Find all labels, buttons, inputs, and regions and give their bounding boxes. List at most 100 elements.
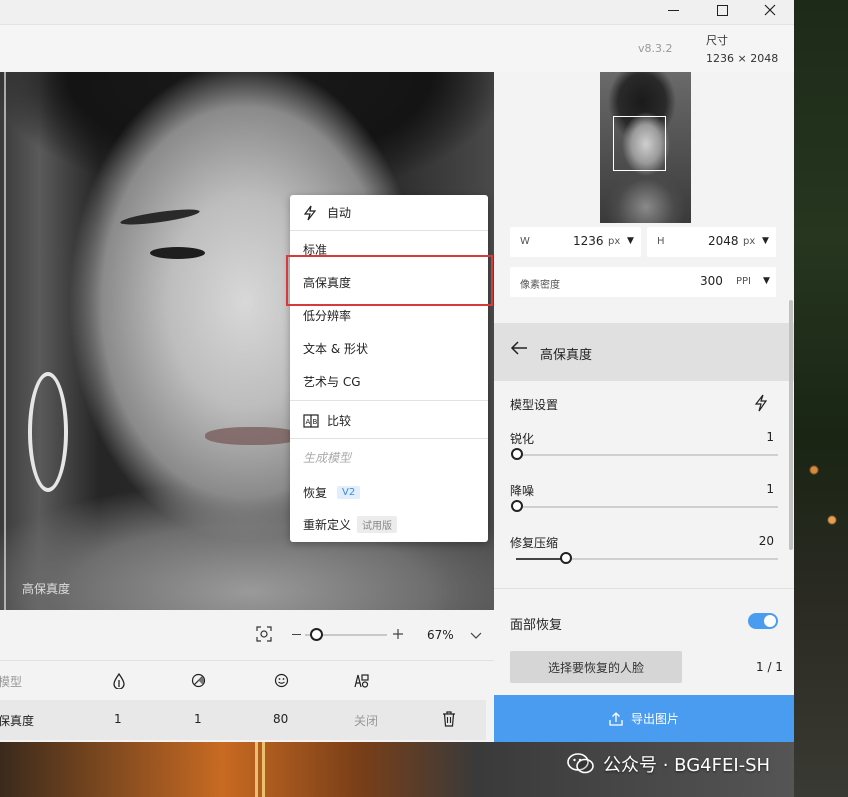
chevron-down-icon[interactable]	[470, 629, 482, 643]
ppi-label: 像素密度	[520, 280, 560, 291]
back-arrow-icon[interactable]	[510, 340, 528, 359]
caret-down-icon[interactable]: ▼	[627, 236, 634, 246]
panel-scrollbar[interactable]	[789, 300, 793, 550]
face-recovery-title: 面部恢复	[510, 618, 563, 633]
navigator-thumbnail[interactable]	[600, 72, 691, 223]
maximize-button[interactable]	[699, 0, 745, 20]
height-field[interactable]: H 2048 px ▼	[647, 227, 776, 257]
screenshot-icon[interactable]	[256, 626, 272, 645]
face-recovery-toggle[interactable]	[748, 613, 778, 629]
width-label: W	[520, 236, 530, 247]
lightning-icon	[303, 205, 323, 221]
sharpen-slider[interactable]	[516, 454, 778, 456]
watermark-text: 公众号 · BG4FEI-SH	[603, 755, 771, 776]
watermark: 公众号 · BG4FEI-SH	[567, 751, 770, 777]
denoise-label: 降噪	[510, 484, 535, 498]
model-header: 高保真度	[494, 323, 794, 381]
photo-brow	[119, 206, 201, 228]
denoise-slider[interactable]	[516, 506, 778, 508]
road-line	[262, 742, 265, 797]
face-icon	[274, 673, 289, 691]
model-settings-title: 模型设置	[510, 398, 559, 412]
width-unit[interactable]: px	[608, 236, 620, 247]
menu-item-redefine[interactable]: 重新定义 试用版	[290, 508, 488, 541]
close-button[interactable]	[747, 0, 793, 20]
denoise-value: 1	[766, 482, 774, 496]
denoise-slider-knob[interactable]	[511, 500, 523, 512]
menu-item-label: 恢复	[303, 486, 328, 500]
menu-item-compare[interactable]: AB 比较	[290, 404, 488, 437]
menu-item-label: 比较	[327, 414, 352, 428]
compression-fix-label: 修复压缩	[510, 536, 559, 550]
compression-fix-value: 20	[758, 534, 774, 548]
select-face-button[interactable]: 选择要恢复的人脸	[510, 651, 682, 683]
row-face: 80	[273, 712, 289, 726]
table-row[interactable]: 保真度 1 1 80 关闭	[0, 700, 486, 740]
menu-item-label: 重新定义	[303, 518, 352, 532]
compression-fix-slider-knob[interactable]	[560, 552, 572, 564]
export-label: 导出图片	[630, 712, 679, 726]
select-face-label: 选择要恢复的人脸	[547, 660, 644, 675]
menu-item-label: 自动	[327, 206, 352, 220]
zoom-out-icon[interactable]	[292, 634, 301, 635]
height-unit[interactable]: px	[743, 236, 755, 247]
svg-text:B: B	[313, 418, 318, 426]
sharpen-label: 锐化	[510, 432, 535, 446]
model-dropdown-menu: 自动 标准 高保真度 低分辨率 文本 & 形状 艺术与 CG AB 比较 生成模…	[290, 195, 488, 542]
preview-model-label: 高保真度	[22, 582, 71, 596]
zoom-bar: 67%	[0, 610, 494, 660]
menu-item-label: 艺术与 CG	[303, 375, 361, 389]
desktop-wallpaper-right	[794, 0, 848, 797]
zoom-percent[interactable]: 67%	[427, 628, 454, 642]
model-table-header: 模型	[0, 660, 494, 700]
column-model: 模型	[0, 675, 23, 689]
width-value[interactable]: 1236	[573, 234, 604, 248]
app-window: v8.3.2 尺寸 1236 × 2048 高保真度 自动 标准 高保真度 低分…	[0, 0, 794, 742]
menu-item-auto[interactable]: 自动	[290, 196, 488, 229]
app-header: v8.3.2 尺寸 1236 × 2048	[0, 24, 794, 72]
caret-down-icon[interactable]: ▼	[762, 236, 769, 246]
wechat-icon	[567, 752, 595, 776]
viewport-rectangle[interactable]	[613, 116, 666, 171]
compare-divider[interactable]	[4, 72, 6, 610]
version-badge: V2	[337, 486, 361, 499]
zoom-slider-knob[interactable]	[310, 628, 323, 641]
face-count: 1 / 1	[756, 660, 783, 674]
row-denoise: 1	[194, 712, 202, 726]
maximize-icon	[716, 4, 728, 16]
menu-item-text-shapes[interactable]: 文本 & 形状	[290, 332, 488, 365]
row-sharpen: 1	[114, 712, 122, 726]
row-status: 关闭	[354, 714, 379, 728]
ppi-value[interactable]: 300	[700, 274, 723, 288]
panel-divider	[494, 588, 794, 589]
lightning-icon[interactable]	[754, 394, 768, 415]
trash-icon[interactable]	[442, 711, 456, 730]
sharpen-icon	[113, 672, 125, 692]
width-field[interactable]: W 1236 px ▼	[510, 227, 641, 257]
minimize-button[interactable]	[650, 0, 696, 20]
close-icon	[764, 4, 776, 16]
ppi-unit[interactable]: PPI	[736, 276, 751, 287]
photo-eye	[150, 247, 205, 259]
menu-item-label: 生成模型	[303, 451, 352, 465]
sharpen-slider-knob[interactable]	[511, 448, 523, 460]
menu-item-recover[interactable]: 恢复 V2	[290, 476, 488, 509]
menu-separator	[290, 400, 488, 401]
height-value[interactable]: 2048	[708, 234, 739, 248]
sharpen-value: 1	[766, 430, 774, 444]
export-image-button[interactable]: 导出图片	[494, 695, 794, 742]
version-label: v8.3.2	[638, 42, 673, 55]
zoom-in-icon[interactable]	[392, 628, 404, 643]
model-title: 高保真度	[540, 348, 593, 363]
trial-badge: 试用版	[357, 516, 398, 533]
right-panel: W 1236 px ▼ H 2048 px ▼ 像素密度 300 PPI ▼ 高…	[494, 72, 794, 742]
photo-mouth	[205, 427, 300, 445]
menu-item-art-cg[interactable]: 艺术与 CG	[290, 365, 488, 398]
ppi-field[interactable]: 像素密度 300 PPI ▼	[510, 267, 776, 297]
height-label: H	[657, 236, 665, 247]
size-value: 1236 × 2048	[706, 52, 779, 65]
svg-text:A: A	[306, 418, 311, 426]
menu-separator	[290, 438, 488, 439]
caret-down-icon[interactable]: ▼	[763, 276, 770, 286]
menu-separator	[290, 230, 488, 231]
